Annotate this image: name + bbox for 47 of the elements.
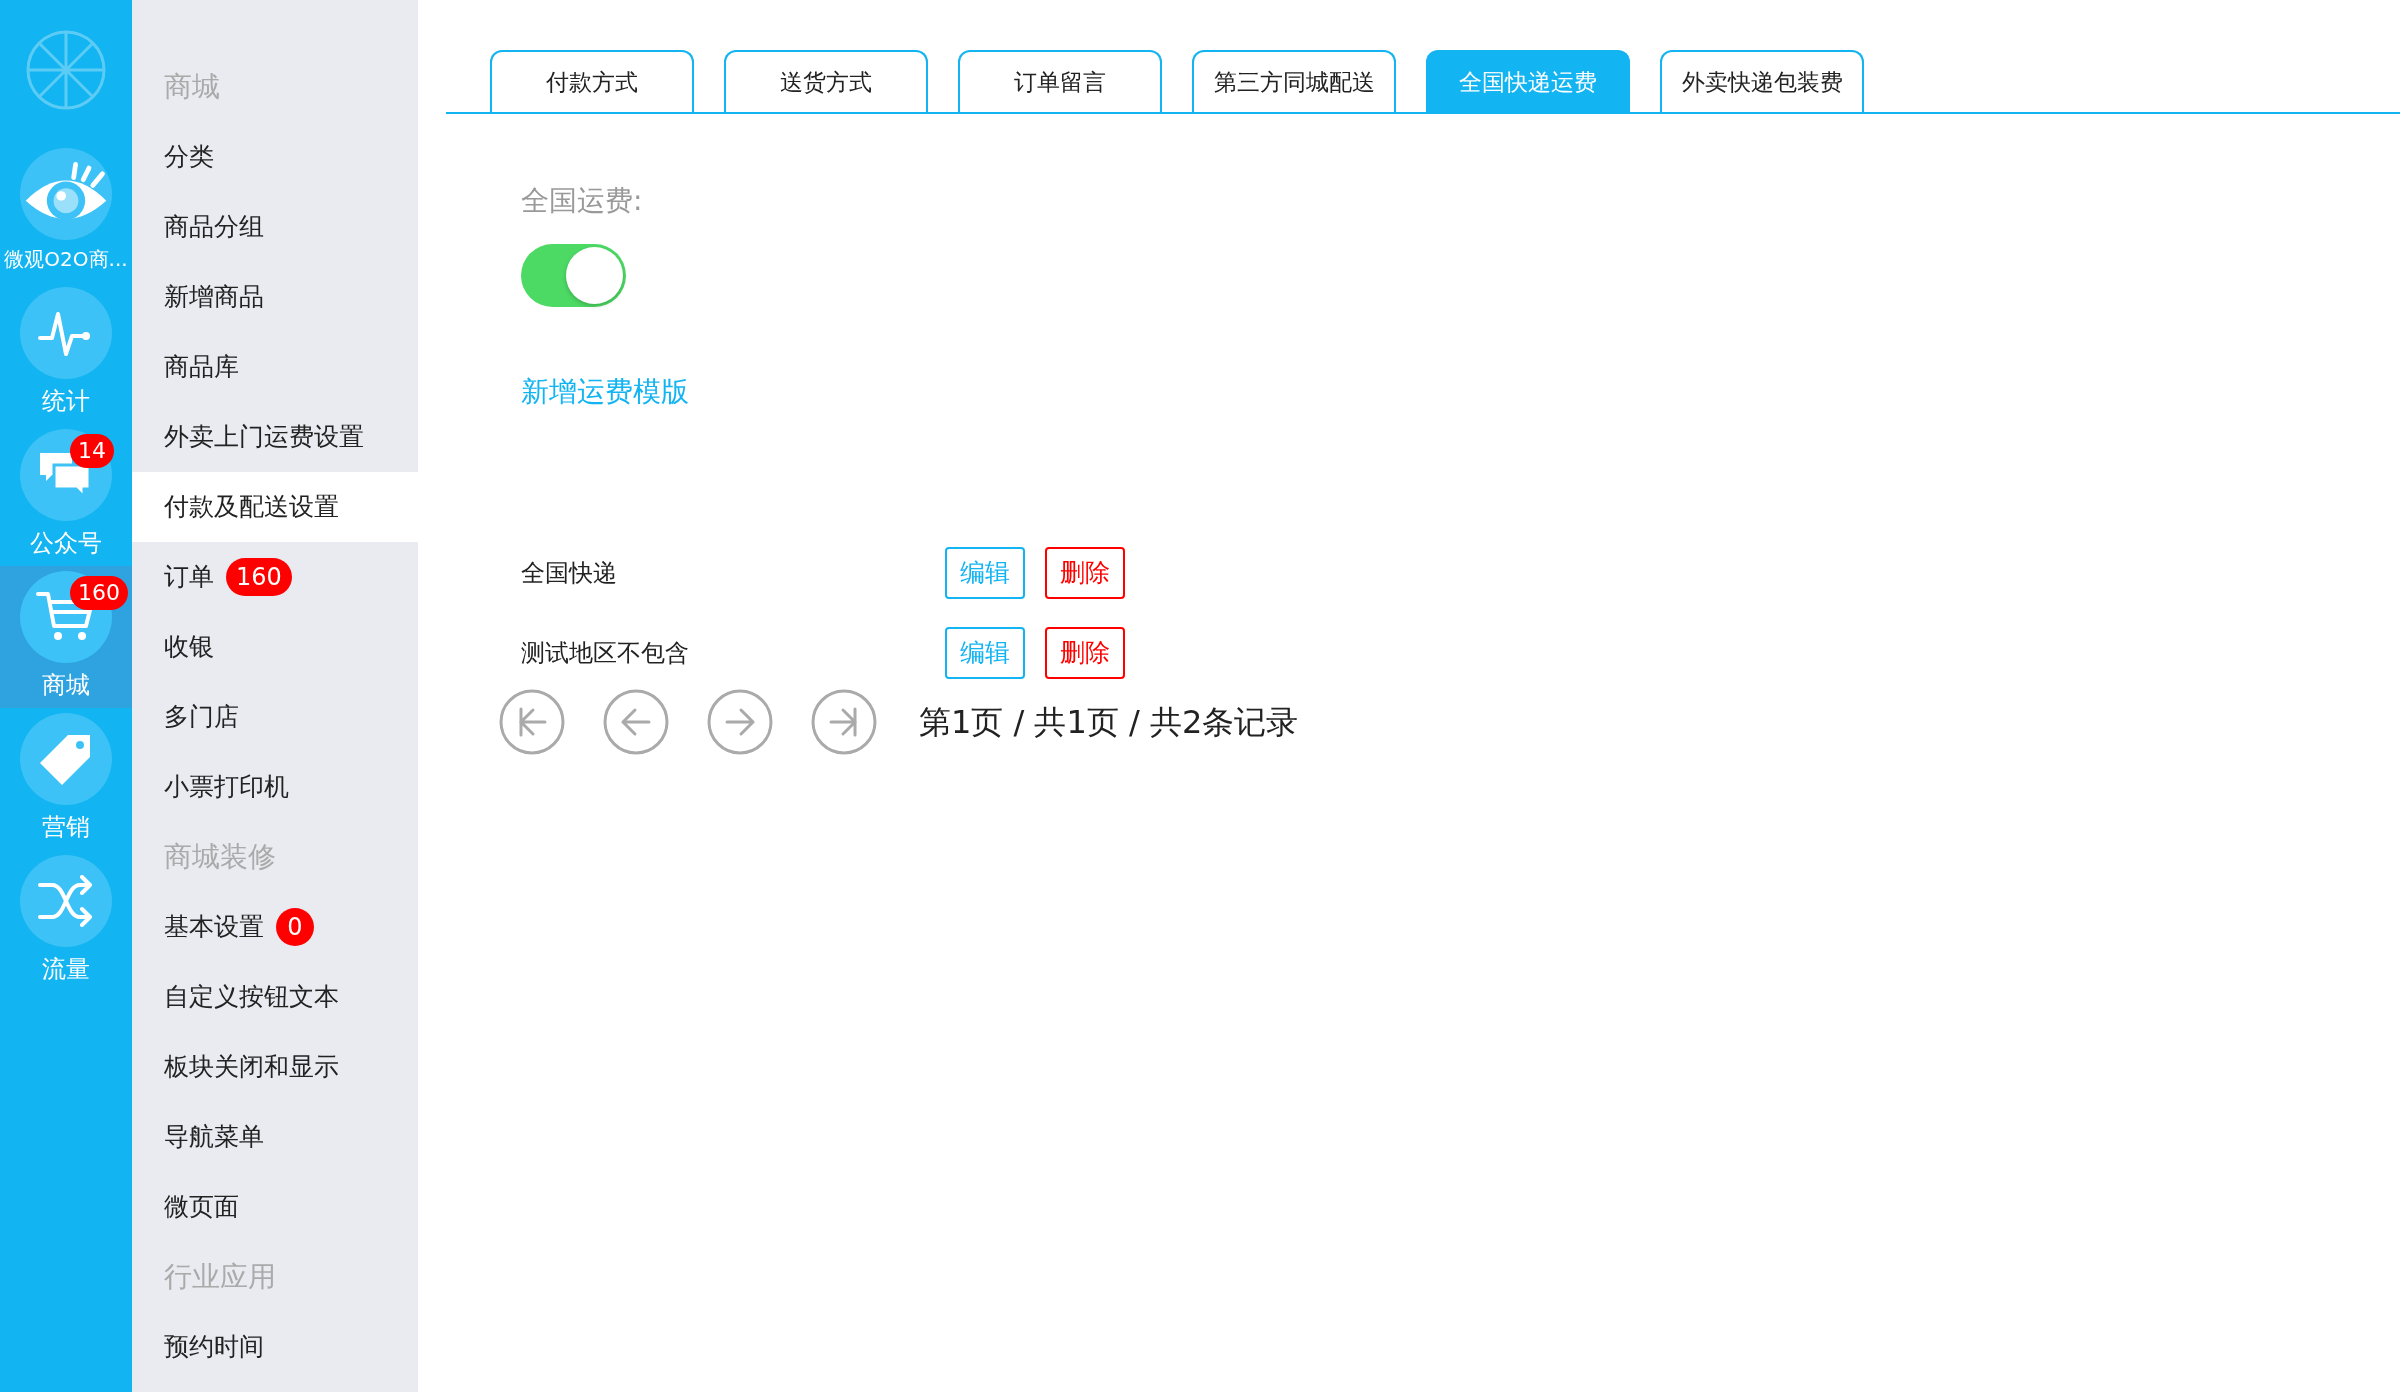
menu-item[interactable]: 导航菜单	[164, 1118, 264, 1156]
menu-item[interactable]: 外卖上门运费设置	[164, 418, 364, 456]
tab[interactable]: 送货方式	[724, 50, 928, 112]
nav-rail-item[interactable]: 商城 160	[0, 566, 132, 708]
menu-item[interactable]: 板块关闭和显示	[164, 1048, 339, 1086]
menu-item[interactable]: 商品分组	[164, 208, 264, 246]
nav-rail-label: 公众号	[30, 528, 102, 559]
first-page-icon[interactable]	[499, 689, 565, 755]
wheel-logo-icon	[25, 29, 107, 111]
next-page-icon[interactable]	[707, 689, 773, 755]
nav-rail-label: 统计	[42, 386, 90, 417]
menu-item[interactable]: 收银	[164, 628, 214, 666]
count-badge: 160	[70, 576, 128, 610]
section-heading: 行业应用	[164, 1259, 276, 1295]
nav-rail-label: 微观O2O商...	[4, 246, 128, 273]
nav-rail-label: 商城	[42, 670, 90, 701]
menu-item[interactable]: 自定义按钮文本	[164, 978, 339, 1016]
count-badge: 0	[276, 908, 314, 946]
nav-rail-label: 营销	[42, 812, 90, 843]
count-badge: 14	[70, 434, 114, 468]
menu-item[interactable]: 分类	[164, 138, 214, 176]
delete-button[interactable]: 删除	[1045, 627, 1125, 679]
tab[interactable]: 外卖快递包装费	[1660, 50, 1864, 112]
menu-item[interactable]: 商品库	[164, 348, 239, 386]
field-label: 全国运费:	[521, 183, 644, 219]
page-info: 第1页 / 共1页 / 共2条记录	[919, 702, 1299, 743]
menu-item[interactable]: 订单	[164, 558, 214, 596]
template-name: 测试地区不包含	[521, 638, 690, 669]
last-page-icon[interactable]	[811, 689, 877, 755]
nav-rail-label: 流量	[42, 954, 90, 985]
menu-item[interactable]: 基本设置	[164, 908, 264, 946]
tab[interactable]: 订单留言	[958, 50, 1162, 112]
menu-item[interactable]: 新增商品	[164, 278, 264, 316]
tab[interactable]: 付款方式	[490, 50, 694, 112]
delete-button[interactable]: 删除	[1045, 547, 1125, 599]
menu-item[interactable]: 预约时间	[164, 1328, 264, 1366]
template-name: 全国快递	[521, 558, 618, 589]
previous-page-icon[interactable]	[603, 689, 669, 755]
toggle-switch[interactable]	[521, 244, 626, 307]
nav-rail-item[interactable]: 公众号 14	[0, 424, 132, 566]
menu-item[interactable]: 小票打印机	[164, 768, 289, 806]
tab[interactable]: 第三方同城配送	[1192, 50, 1396, 112]
section-heading: 商城	[164, 69, 220, 105]
menu-item[interactable]: 多门店	[164, 698, 239, 736]
section-heading: 商城装修	[164, 839, 276, 875]
menu-item[interactable]: 微页面	[164, 1188, 239, 1226]
count-badge: 160	[226, 558, 292, 596]
